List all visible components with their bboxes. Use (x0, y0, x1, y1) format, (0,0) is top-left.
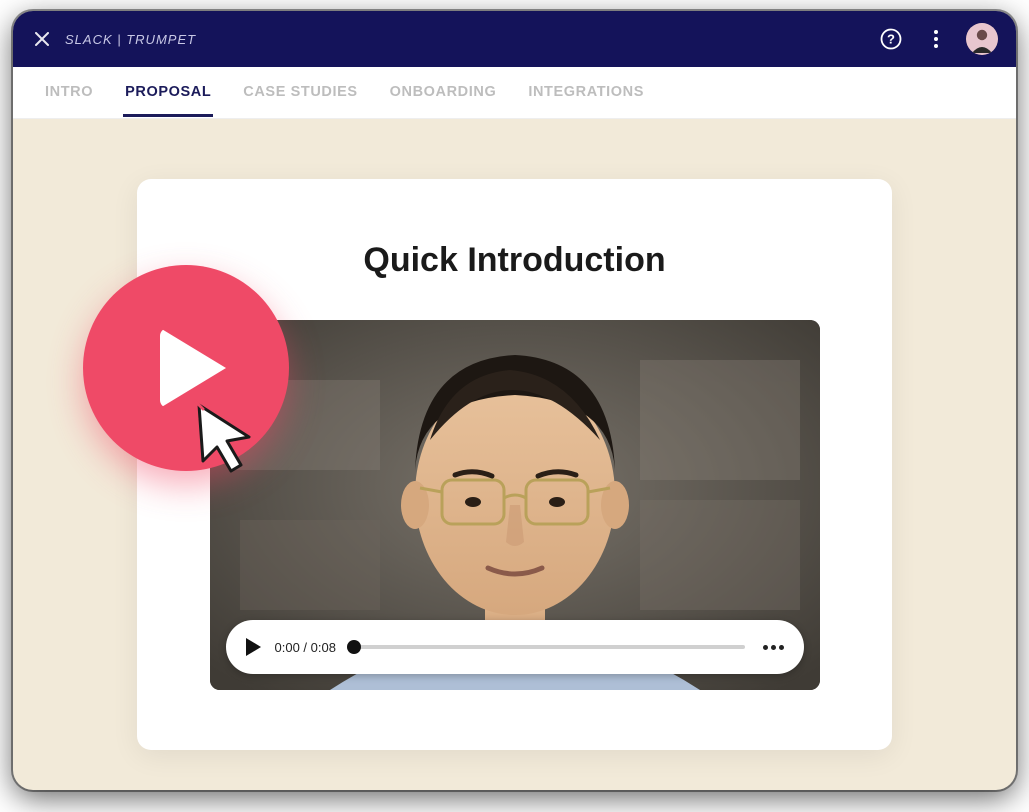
kebab-menu-icon[interactable] (924, 27, 948, 51)
avatar[interactable] (966, 23, 998, 55)
time-display: 0:00 / 0:08 (275, 640, 336, 655)
big-play-button[interactable] (83, 265, 289, 471)
tab-integrations[interactable]: INTEGRATIONS (526, 68, 646, 117)
top-header: SLACK | TRUMPET ? (13, 11, 1016, 67)
seek-thumb[interactable] (347, 640, 361, 654)
card-heading: Quick Introduction (185, 241, 844, 280)
content-area: Quick Introduction (13, 119, 1016, 750)
play-triangle-icon (160, 328, 226, 408)
play-icon[interactable] (246, 638, 261, 656)
app-frame: SLACK | TRUMPET ? INTRO PROPOSAL CASE ST… (13, 11, 1016, 790)
tab-onboarding[interactable]: ONBOARDING (388, 68, 499, 117)
tab-case-studies[interactable]: CASE STUDIES (241, 68, 359, 117)
content-card: Quick Introduction (137, 179, 892, 750)
seek-bar[interactable] (354, 645, 745, 649)
close-icon[interactable] (31, 28, 53, 50)
svg-text:?: ? (887, 32, 895, 47)
video-player[interactable]: 0:00 / 0:08 (210, 320, 820, 690)
more-options-icon[interactable] (763, 645, 784, 650)
help-icon[interactable]: ? (876, 24, 906, 54)
tab-proposal[interactable]: PROPOSAL (123, 68, 213, 117)
page-title: SLACK | TRUMPET (65, 32, 196, 47)
video-controls: 0:00 / 0:08 (226, 620, 804, 674)
tab-bar: INTRO PROPOSAL CASE STUDIES ONBOARDING I… (13, 67, 1016, 119)
tab-intro[interactable]: INTRO (43, 68, 95, 117)
